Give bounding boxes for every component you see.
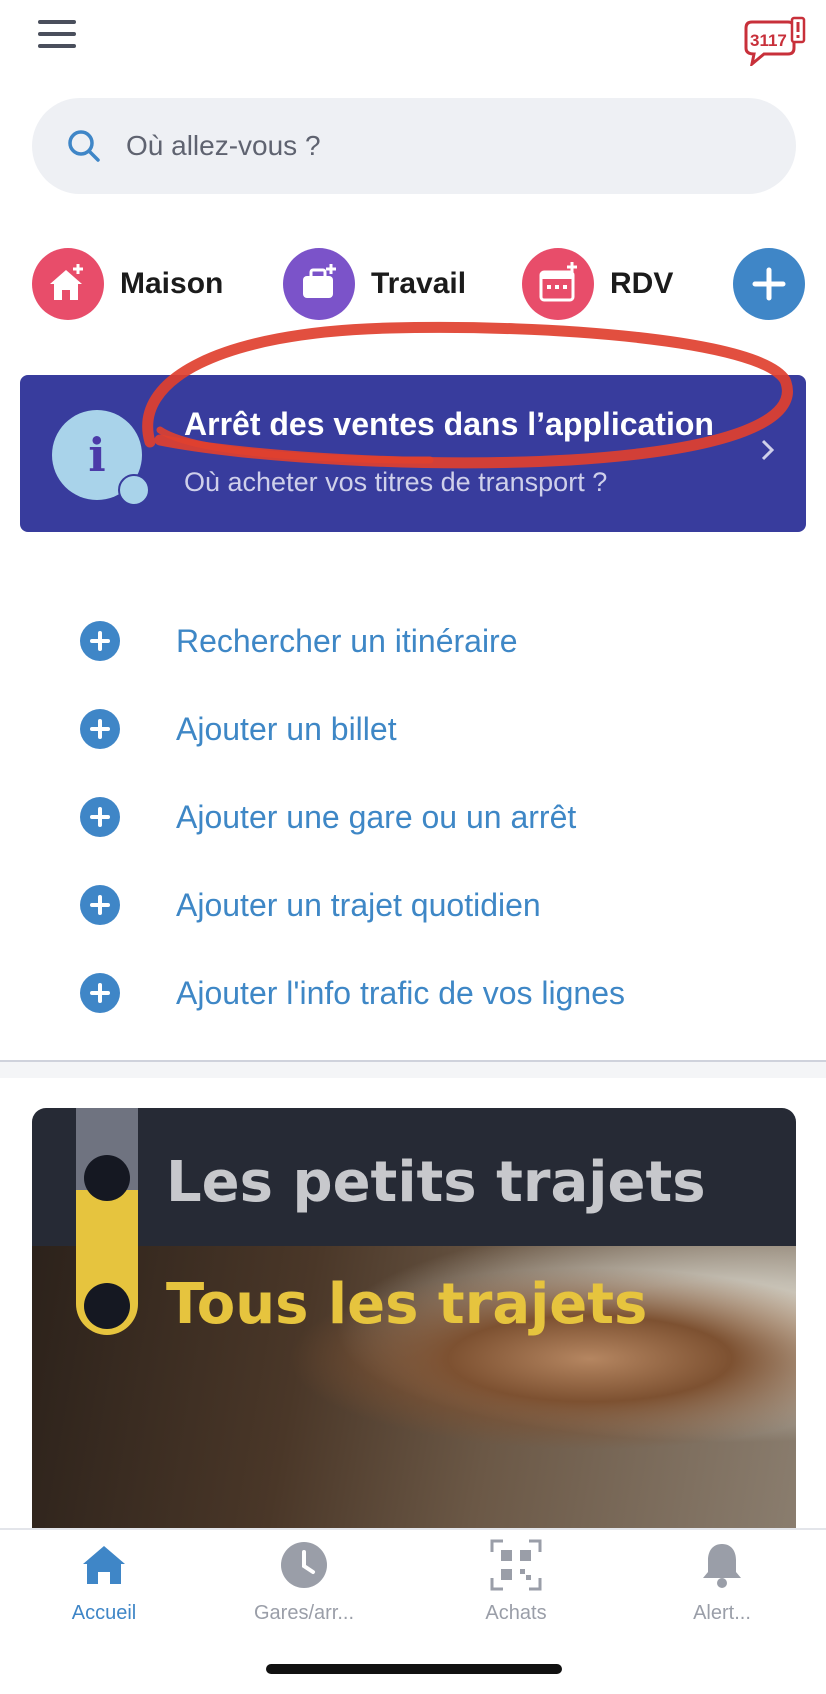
section-divider (0, 1060, 826, 1078)
action-label: Ajouter un billet (176, 710, 397, 747)
tab-achats[interactable]: Achats (426, 1538, 606, 1625)
action-add-station[interactable]: Ajouter une gare ou un arrêt (80, 797, 576, 837)
shortcut-label: Travail (371, 267, 467, 300)
promo-line-1: Les petits trajets (166, 1150, 706, 1215)
action-add-ticket[interactable]: Ajouter un billet (80, 709, 397, 749)
action-search-itinerary[interactable]: Rechercher un itinéraire (80, 621, 518, 661)
shortcut-travail[interactable]: Travail (283, 246, 466, 322)
plus-circle-icon (80, 885, 120, 925)
calendar-plus-icon (522, 248, 594, 320)
action-label: Rechercher un itinéraire (176, 622, 518, 659)
action-label: Ajouter une gare ou un arrêt (176, 798, 577, 835)
banner-title: Arrêt des ventes dans l’application (184, 406, 714, 442)
help-3117-icon[interactable]: 3117 (740, 16, 806, 68)
help-badge-text: 3117 (750, 31, 787, 50)
home-icon (77, 1538, 131, 1592)
banner-subtitle: Où acheter vos titres de transport ? (184, 467, 608, 497)
chevron-right-icon (758, 436, 778, 464)
shortcut-label: RDV (610, 267, 674, 300)
search-input-placeholder[interactable]: Où allez-vous ? (126, 126, 321, 166)
plus-icon (733, 248, 805, 320)
bell-icon (695, 1538, 749, 1592)
hamburger-menu-icon[interactable] (38, 20, 76, 52)
tab-accueil[interactable]: Accueil (14, 1538, 194, 1625)
shortcut-add[interactable] (733, 246, 821, 322)
plus-circle-icon (80, 621, 120, 661)
home-indicator (266, 1664, 562, 1674)
shortcut-rdv[interactable]: RDV (522, 246, 673, 322)
tab-alertes[interactable]: Alert... (632, 1538, 812, 1625)
qr-code-icon (489, 1538, 543, 1592)
tab-label: Accueil (71, 1602, 137, 1624)
briefcase-plus-icon (283, 248, 355, 320)
home-plus-icon (32, 248, 104, 320)
tab-label: Achats (485, 1602, 547, 1624)
shortcut-maison[interactable]: Maison (32, 246, 223, 322)
search-icon (64, 126, 104, 166)
tab-label: Alert... (693, 1602, 751, 1624)
action-label: Ajouter un trajet quotidien (176, 886, 541, 923)
plus-circle-icon (80, 709, 120, 749)
clock-icon (277, 1538, 331, 1592)
action-label: Ajouter l'info trafic de vos lignes (176, 974, 625, 1011)
action-add-traffic-info[interactable]: Ajouter l'info trafic de vos lignes (80, 973, 625, 1013)
shortcut-label: Maison (120, 267, 224, 300)
plus-circle-icon (80, 797, 120, 837)
promo-line-2: Tous les trajets (166, 1272, 648, 1337)
plus-circle-icon (80, 973, 120, 1013)
action-add-daily-trip[interactable]: Ajouter un trajet quotidien (80, 885, 541, 925)
tab-label: Gares/arr... (253, 1602, 355, 1624)
tab-gares[interactable]: Gares/arr... (214, 1538, 394, 1625)
